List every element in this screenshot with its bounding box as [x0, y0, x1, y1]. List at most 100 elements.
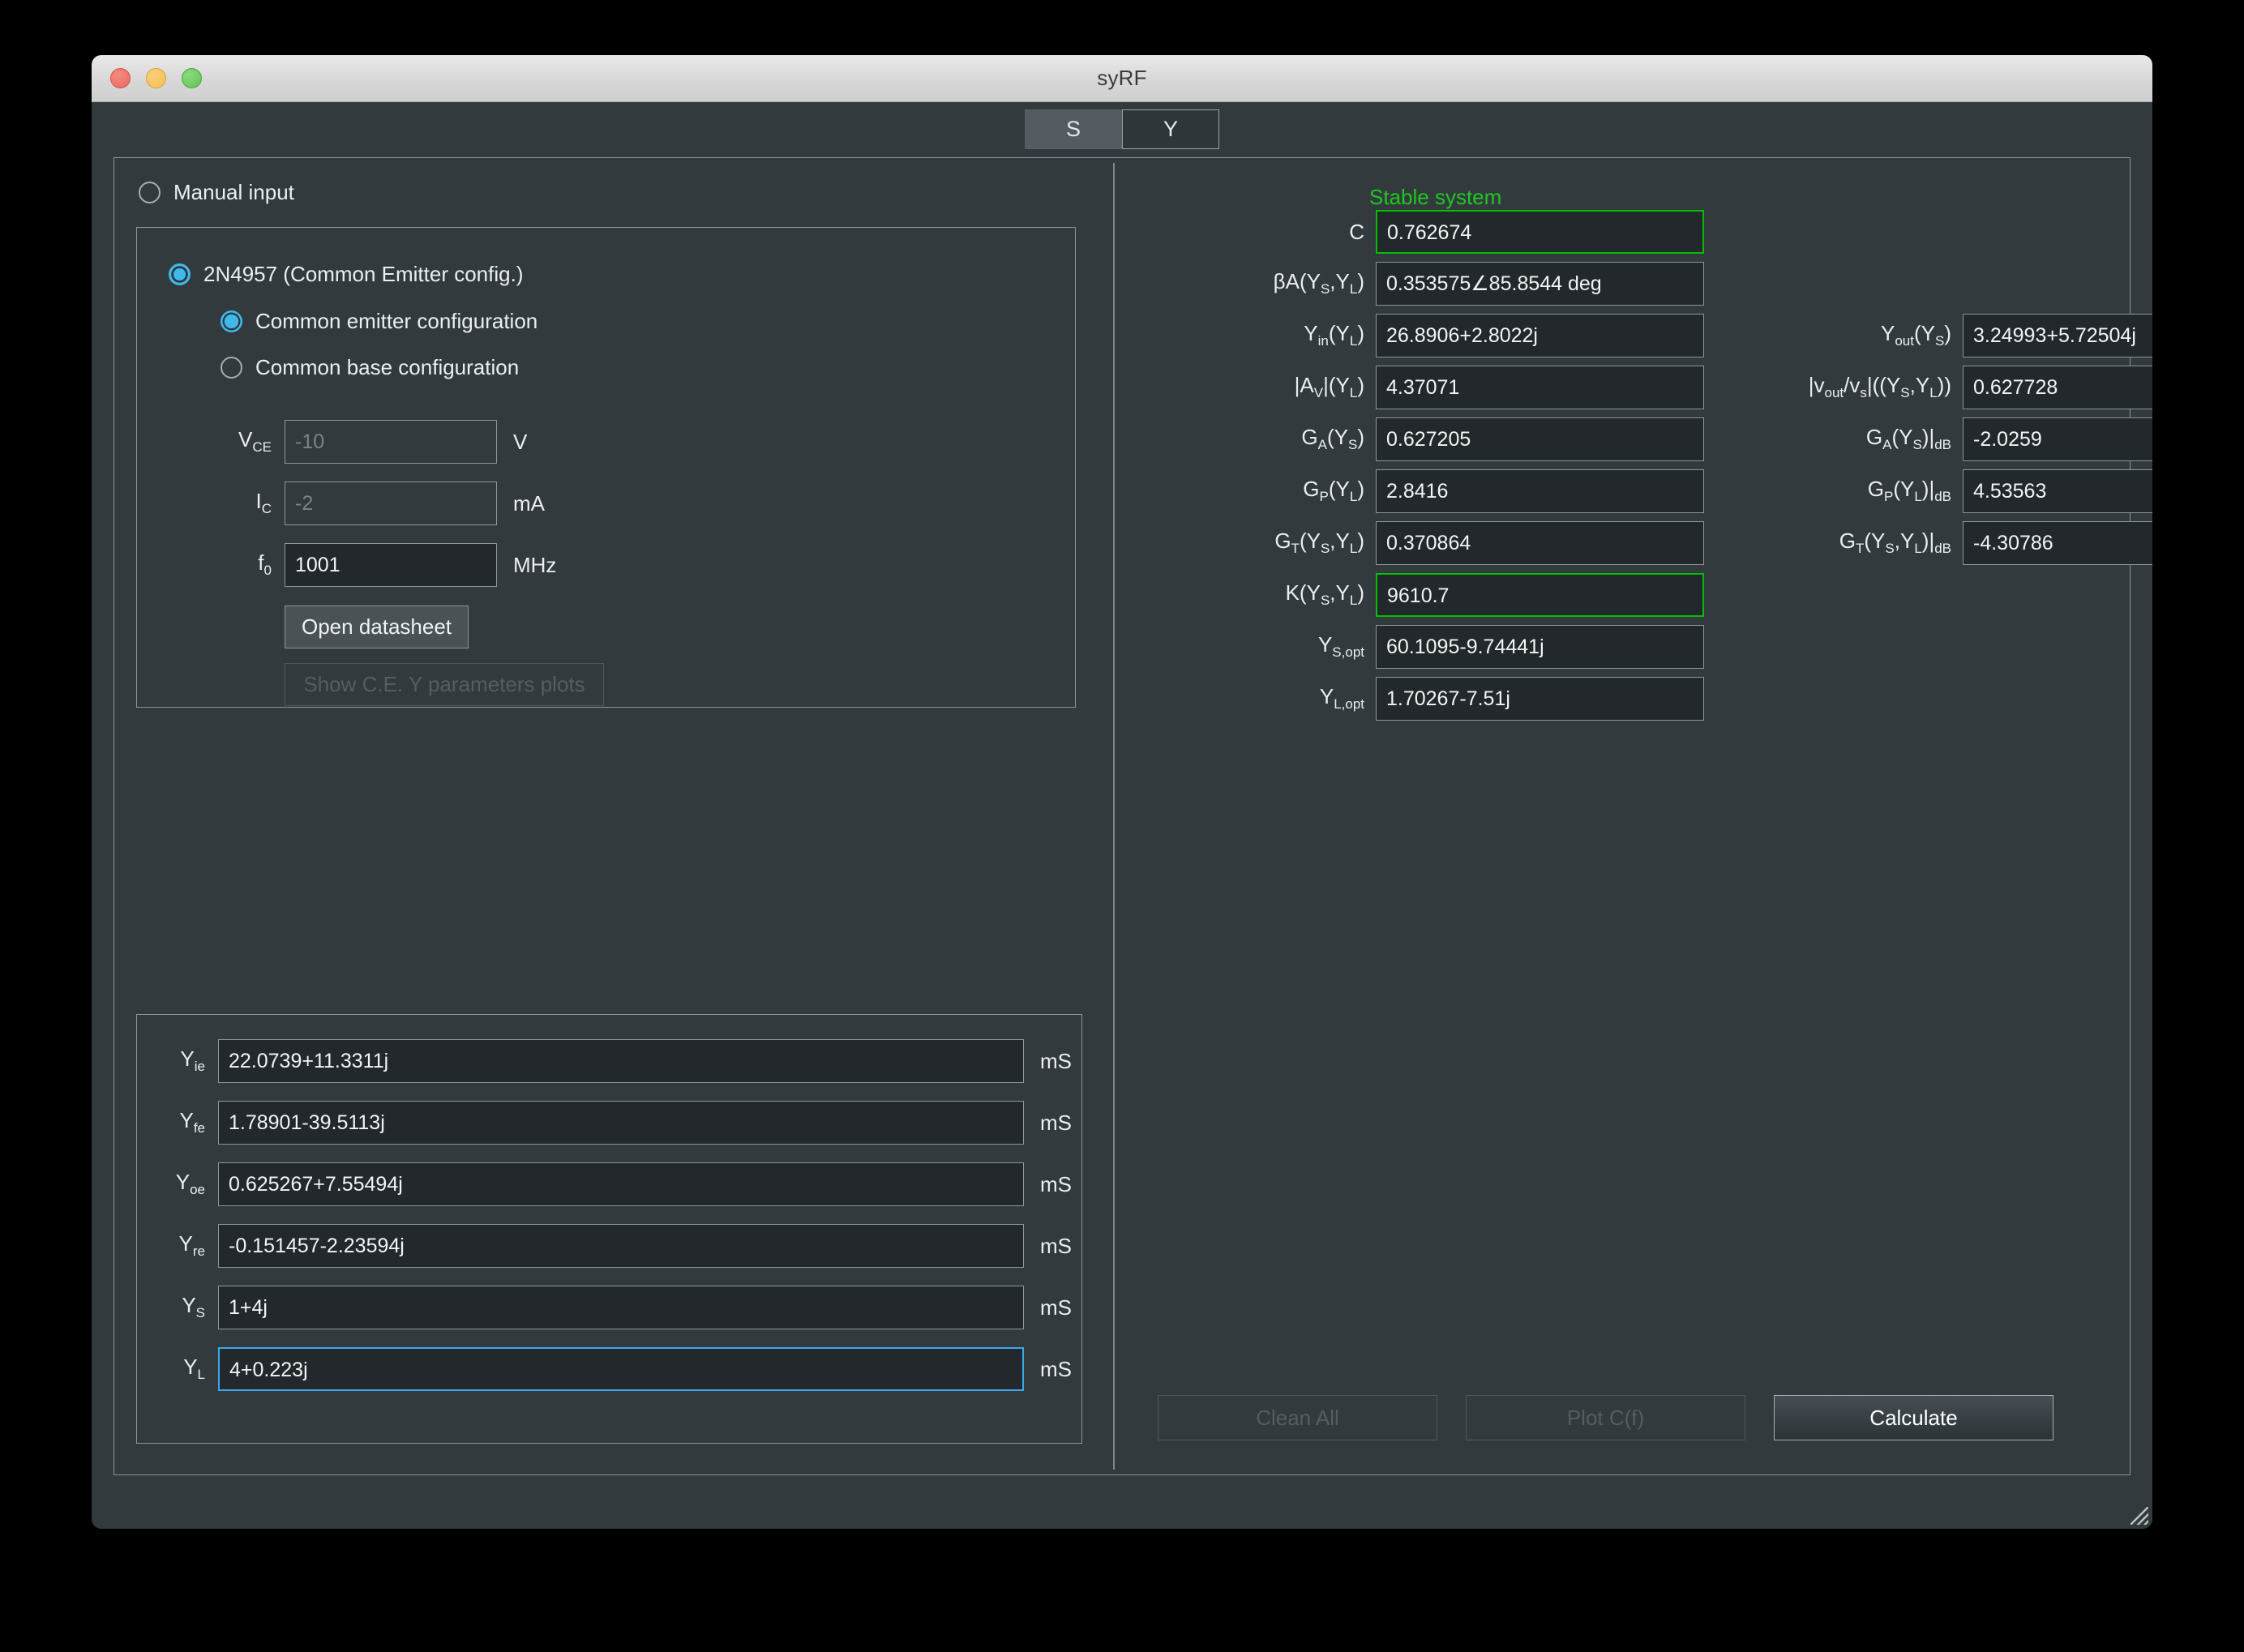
gt-db-value[interactable]: -4.30786	[1963, 521, 2152, 565]
ylopt-value[interactable]: 1.70267-7.51j	[1376, 677, 1704, 721]
c-value[interactable]: 0.762674	[1376, 210, 1704, 254]
plot-cf-button[interactable]: Plot C(f)	[1466, 1395, 1745, 1440]
window-controls	[110, 68, 202, 88]
field-row-ic: IC -2 mA	[218, 481, 545, 525]
yie-input[interactable]: 22.0739+11.3311j	[218, 1039, 1024, 1083]
yie-label: Yie	[180, 1046, 205, 1075]
radio-common-emitter[interactable]: Common emitter configuration	[221, 309, 537, 334]
k-label: K(YS,YL)	[1285, 580, 1364, 609]
result-row-gp: GP(YL) 2.8416	[1210, 469, 1704, 513]
stability-status: Stable system	[1369, 185, 1502, 209]
tab-s[interactable]: S	[1025, 109, 1122, 149]
av-label: |AV|(YL)	[1294, 373, 1364, 401]
ga-db-value[interactable]: -2.0259	[1963, 417, 2152, 461]
yoe-label: Yoe	[175, 1170, 205, 1198]
ga-value[interactable]: 0.627205	[1376, 417, 1704, 461]
radio-common-emitter-label: Common emitter configuration	[255, 309, 538, 333]
row-yre: Yre -0.151457-2.23594j mS	[160, 1224, 1072, 1268]
ys-unit: mS	[1040, 1295, 1072, 1320]
ys-input[interactable]: 1+4j	[218, 1286, 1024, 1329]
window-title: syRF	[1097, 66, 1147, 90]
close-button[interactable]	[110, 68, 131, 88]
yfe-input[interactable]: 1.78901-39.5113j	[218, 1101, 1024, 1145]
minimize-button[interactable]	[146, 68, 166, 88]
show-ce-y-parameters-plots-button[interactable]: Show C.E. Y parameters plots	[285, 663, 604, 706]
ga-label: GA(YS)	[1301, 425, 1364, 453]
f0-input[interactable]: 1001	[285, 543, 497, 587]
right-panel: Stable system C 0.762674 βA(YS,YL) 0.353…	[1115, 158, 2152, 1474]
tab-y[interactable]: Y	[1122, 109, 1219, 149]
resize-grip-icon[interactable]	[2131, 1507, 2148, 1525]
yoe-unit: mS	[1040, 1171, 1072, 1196]
radio-common-base[interactable]: Common base configuration	[221, 355, 519, 380]
f0-label: f0	[258, 550, 272, 579]
result-row-vout-vs: |vout/vs|((YS,YL)) 0.627728	[1732, 366, 2152, 409]
ysopt-value[interactable]: 60.1095-9.74441j	[1376, 625, 1704, 669]
gp-db-value[interactable]: 4.53563	[1963, 469, 2152, 513]
result-row-beta-a: βA(YS,YL) 0.353575∠85.8544 deg	[1210, 262, 1704, 306]
yout-value[interactable]: 3.24993+5.72504j	[1963, 314, 2152, 357]
vce-unit: V	[513, 429, 528, 454]
app-window: syRF S Y Manual input 2N4957 (Common Emi…	[92, 55, 2152, 1529]
result-row-c: C 0.762674	[1210, 210, 1704, 254]
open-datasheet-button[interactable]: Open datasheet	[285, 606, 469, 648]
radio-common-emitter-indicator[interactable]	[221, 310, 242, 332]
beta-a-value[interactable]: 0.353575∠85.8544 deg	[1376, 262, 1704, 306]
yre-input[interactable]: -0.151457-2.23594j	[218, 1224, 1024, 1268]
row-yie: Yie 22.0739+11.3311j mS	[160, 1039, 1072, 1083]
yie-unit: mS	[1040, 1048, 1072, 1073]
action-button-bar: Clean All Plot C(f) Calculate	[1158, 1395, 2053, 1440]
result-row-k: K(YS,YL) 9610.7	[1210, 573, 1704, 617]
field-row-f0: f0 1001 MHz	[218, 543, 556, 587]
title-bar: syRF	[92, 55, 2152, 102]
ic-input[interactable]: -2	[285, 481, 497, 525]
row-yfe: Yfe 1.78901-39.5113j mS	[160, 1101, 1072, 1145]
gp-db-label: GP(YL)|dB	[1867, 477, 1951, 505]
result-row-gt: GT(YS,YL) 0.370864	[1210, 521, 1704, 565]
tab-bar: S Y	[92, 102, 2152, 149]
gt-db-label: GT(YS,YL)|dB	[1839, 529, 1951, 557]
clean-all-button[interactable]: Clean All	[1158, 1395, 1437, 1440]
left-panel: Manual input 2N4957 (Common Emitter conf…	[114, 158, 1113, 1474]
radio-manual-input-indicator[interactable]	[139, 182, 161, 203]
device-group-box: 2N4957 (Common Emitter config.) Common e…	[136, 227, 1076, 708]
yin-label: Yin(YL)	[1304, 321, 1364, 349]
ys-label: YS	[182, 1293, 205, 1321]
calculate-button[interactable]: Calculate	[1774, 1395, 2053, 1440]
row-yl: YL 4+0.223j mS	[160, 1347, 1072, 1391]
yout-label: Yout(YS)	[1881, 321, 1951, 349]
yfe-label: Yfe	[179, 1108, 205, 1136]
vout-vs-value[interactable]: 0.627728	[1963, 366, 2152, 409]
radio-common-base-indicator[interactable]	[221, 357, 242, 379]
gt-label: GT(YS,YL)	[1274, 529, 1364, 557]
yl-unit: mS	[1040, 1356, 1072, 1381]
result-row-ga-db: GA(YS)|dB -2.0259	[1732, 417, 2152, 461]
radio-device-2n4957[interactable]: 2N4957 (Common Emitter config.)	[169, 262, 523, 287]
yl-label: YL	[183, 1355, 205, 1383]
k-value[interactable]: 9610.7	[1376, 573, 1704, 617]
result-row-yout: Yout(YS) 3.24993+5.72504j	[1732, 314, 2152, 357]
maximize-button[interactable]	[182, 68, 202, 88]
field-row-vce: VCE -10 V	[218, 420, 527, 464]
gp-value[interactable]: 2.8416	[1376, 469, 1704, 513]
gt-value[interactable]: 0.370864	[1376, 521, 1704, 565]
radio-manual-input[interactable]: Manual input	[139, 180, 294, 205]
yre-label: Yre	[178, 1231, 205, 1260]
row-ys: YS 1+4j mS	[160, 1286, 1072, 1329]
yoe-input[interactable]: 0.625267+7.55494j	[218, 1162, 1024, 1206]
ic-label: IC	[255, 489, 272, 517]
vce-input[interactable]: -10	[285, 420, 497, 464]
radio-device-2n4957-indicator[interactable]	[169, 263, 191, 285]
ic-unit: mA	[513, 490, 545, 516]
radio-device-2n4957-label: 2N4957 (Common Emitter config.)	[203, 262, 524, 286]
yl-input[interactable]: 4+0.223j	[218, 1347, 1024, 1391]
y-parameters-group-box: Yie 22.0739+11.3311j mS Yfe 1.78901-39.5…	[136, 1014, 1082, 1444]
result-row-gt-db: GT(YS,YL)|dB -4.30786	[1732, 521, 2152, 565]
av-value[interactable]: 4.37071	[1376, 366, 1704, 409]
yin-value[interactable]: 26.8906+2.8022j	[1376, 314, 1704, 357]
result-row-av: |AV|(YL) 4.37071	[1210, 366, 1704, 409]
result-row-ga: GA(YS) 0.627205	[1210, 417, 1704, 461]
vout-vs-label: |vout/vs|((YS,YL))	[1808, 373, 1951, 401]
yfe-unit: mS	[1040, 1110, 1072, 1135]
ysopt-label: YS,opt	[1317, 632, 1364, 661]
